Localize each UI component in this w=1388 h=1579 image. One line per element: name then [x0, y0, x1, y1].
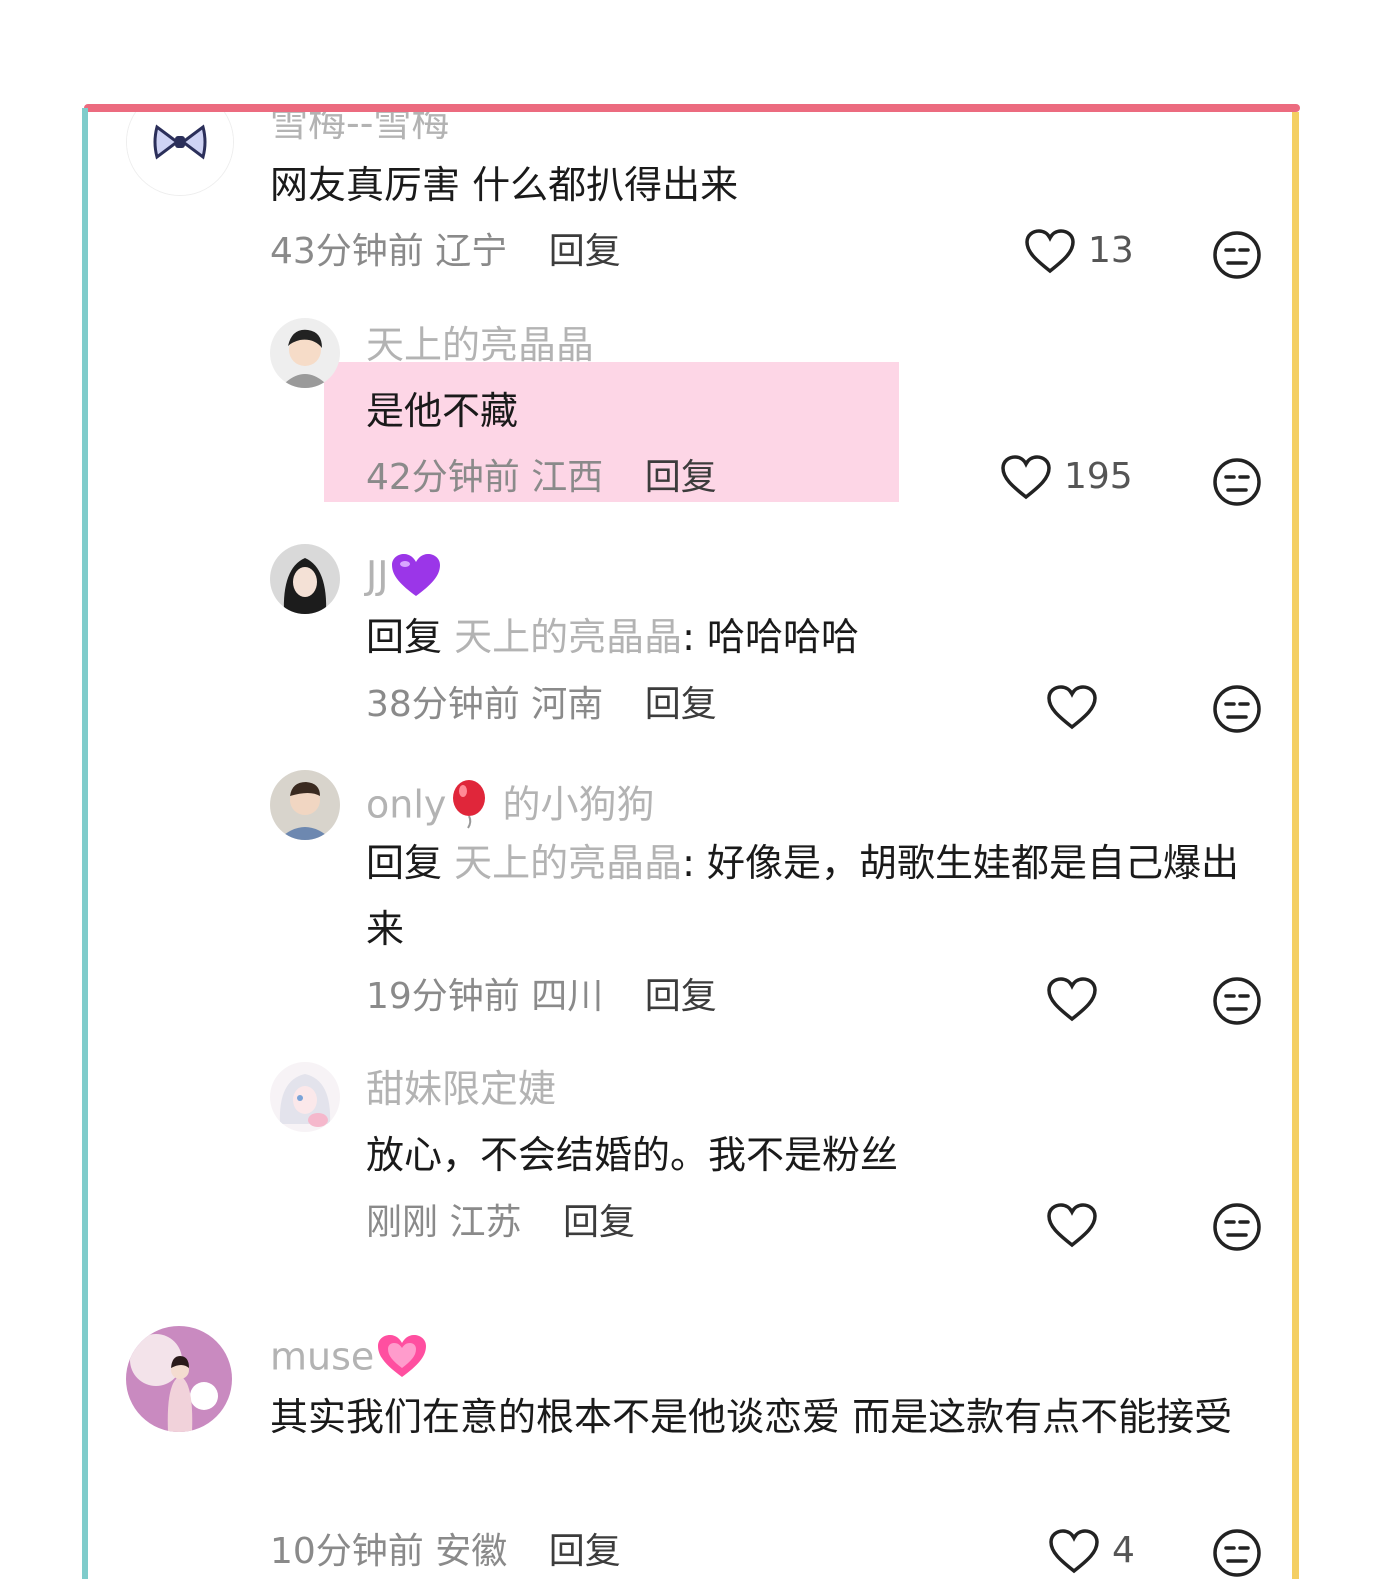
comment-location: 江苏	[449, 1202, 522, 1243]
meh-face-icon	[1213, 1203, 1261, 1251]
heart-icon	[1047, 685, 1097, 730]
reply-button[interactable]: 回复	[549, 1531, 621, 1572]
avatar[interactable]	[126, 1326, 232, 1432]
reply-button[interactable]: 回复	[645, 457, 717, 498]
bow-icon	[127, 112, 233, 195]
avatar-boy-illustration	[270, 318, 340, 388]
comment-username[interactable]: muse	[270, 1332, 428, 1386]
meh-face-icon	[1213, 458, 1261, 506]
username-text: JJ	[366, 553, 389, 598]
dislike-button[interactable]	[1212, 230, 1262, 280]
frame-top-border	[84, 104, 1300, 112]
username-text: only	[366, 782, 447, 827]
comment-list[interactable]: 雪梅--雪梅 网友真厉害 什么都扒得出来 43分钟前 辽宁 回复 13 天上的亮…	[88, 112, 1292, 1579]
dislike-button[interactable]	[1212, 976, 1262, 1026]
dislike-button[interactable]	[1212, 1528, 1262, 1578]
avatar[interactable]	[270, 318, 340, 388]
comment-username[interactable]: JJ	[366, 552, 442, 604]
like-count: 13	[1088, 230, 1134, 271]
meh-face-icon	[1213, 685, 1261, 733]
comment-text: 是他不藏	[366, 389, 519, 433]
purple-heart-icon	[390, 552, 442, 604]
avatar-hello-kitty-photo	[126, 1326, 232, 1432]
comment-location: 江西	[531, 457, 604, 498]
comment-time: 43分钟前	[270, 231, 424, 272]
comment-text: 其实我们在意的根本不是他谈恋爱 而是这款有点不能接受	[270, 1395, 1233, 1439]
balloon-icon	[448, 778, 490, 836]
comment-time: 19分钟前	[366, 976, 520, 1017]
sparkling-heart-icon	[376, 1332, 428, 1386]
comment-username[interactable]: 天上的亮晶晶	[366, 326, 594, 364]
comment-meta: 42分钟前 江西 回复	[366, 460, 717, 496]
comment-meta: 19分钟前 四川 回复	[366, 979, 717, 1015]
meh-face-icon	[1213, 1529, 1261, 1577]
comment-meta: 刚刚 江苏 回复	[366, 1205, 635, 1241]
comment-location: 四川	[531, 976, 604, 1017]
reply-button[interactable]: 回复	[645, 976, 717, 1017]
reply-button[interactable]: 回复	[549, 231, 621, 272]
comment-meta: 10分钟前 安徽 回复	[270, 1534, 621, 1570]
comment-username[interactable]: 甜妹限定婕	[366, 1070, 556, 1108]
dislike-button[interactable]	[1212, 457, 1262, 507]
comment-time: 38分钟前	[366, 684, 520, 725]
heart-icon	[1047, 1203, 1097, 1248]
like-button[interactable]: 13	[1024, 228, 1134, 274]
comment-text: 回复 天上的亮晶晶: 好像是，胡歌生娃都是自己爆出来	[366, 830, 1266, 962]
avatar[interactable]	[270, 1062, 340, 1132]
comment-meta: 43分钟前 辽宁 回复	[270, 234, 621, 270]
reply-target-username[interactable]: 天上的亮晶晶	[454, 615, 682, 659]
username-text: muse	[270, 1334, 375, 1379]
reply-button[interactable]: 回复	[645, 684, 717, 725]
like-button[interactable]: 4	[1048, 1528, 1135, 1574]
comment-meta: 38分钟前 河南 回复	[366, 687, 717, 723]
heart-icon	[1049, 1529, 1099, 1574]
like-count: 4	[1112, 1530, 1135, 1571]
avatar[interactable]	[270, 544, 340, 614]
frame-right-border	[1292, 112, 1299, 1579]
like-button[interactable]	[1046, 684, 1098, 730]
comment-time: 刚刚	[366, 1202, 439, 1243]
comment-location: 安徽	[435, 1531, 508, 1572]
avatar-anime-girl	[270, 1062, 340, 1132]
avatar[interactable]	[270, 770, 340, 840]
dislike-button[interactable]	[1212, 1202, 1262, 1252]
comment-location: 辽宁	[435, 231, 508, 272]
comment-username[interactable]: 雪梅--雪梅	[270, 112, 449, 142]
meh-face-icon	[1213, 977, 1261, 1025]
heart-icon	[1025, 229, 1075, 274]
dislike-button[interactable]	[1212, 684, 1262, 734]
avatar[interactable]	[126, 112, 234, 196]
heart-icon	[1047, 977, 1097, 1022]
like-button[interactable]	[1046, 1202, 1098, 1248]
reply-prefix: 回复	[366, 615, 443, 659]
comment-text: 回复 天上的亮晶晶: 哈哈哈哈	[366, 604, 859, 670]
username-suffix: 的小狗狗	[502, 782, 655, 827]
comment-text: 放心，不会结婚的。我不是粉丝	[366, 1133, 899, 1177]
like-button[interactable]	[1046, 976, 1098, 1022]
reply-target-username[interactable]: 天上的亮晶晶	[454, 841, 682, 885]
meh-face-icon	[1213, 231, 1261, 279]
like-button[interactable]: 195	[1000, 454, 1133, 500]
comment-text: 网友真厉害 什么都扒得出来	[270, 163, 739, 207]
comment-time: 10分钟前	[270, 1531, 424, 1572]
avatar-child-photo	[270, 770, 340, 840]
avatar-girl-photo	[270, 544, 340, 614]
like-count: 195	[1064, 456, 1133, 497]
comment-location: 河南	[531, 684, 604, 725]
comment-username[interactable]: only 的小狗狗	[366, 778, 655, 836]
reply-prefix: 回复	[366, 841, 443, 885]
comment-time: 42分钟前	[366, 457, 520, 498]
heart-icon	[1001, 455, 1051, 500]
reply-button[interactable]: 回复	[563, 1202, 635, 1243]
comment-body: : 哈哈哈哈	[682, 615, 860, 659]
